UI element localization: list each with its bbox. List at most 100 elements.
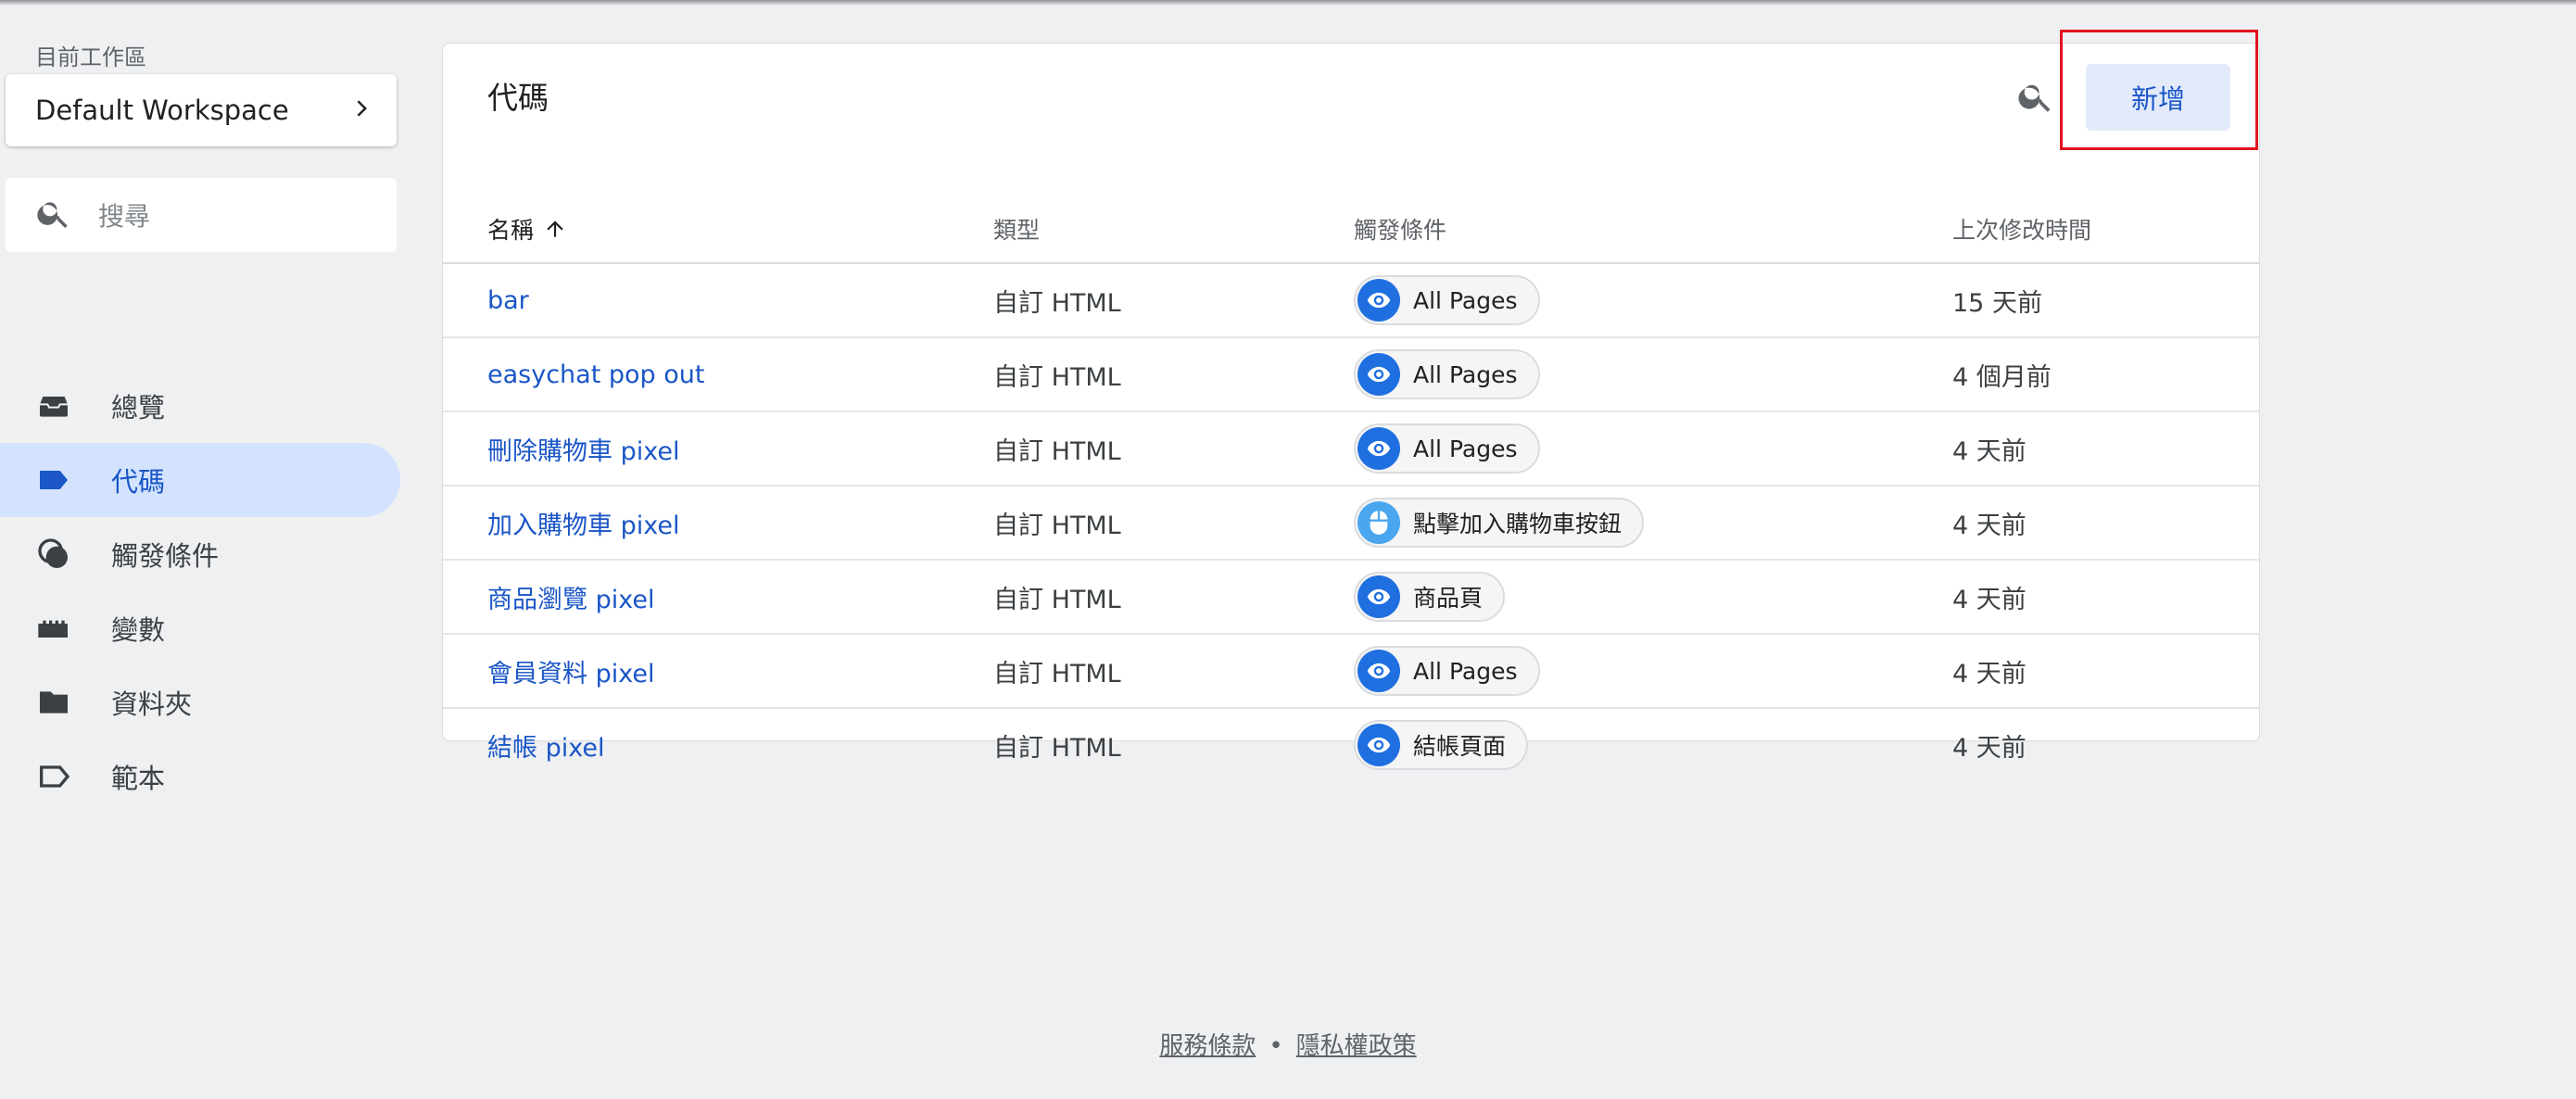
trigger-cell: All Pages (1354, 635, 1540, 707)
last-modified: 4 天前 (1952, 659, 2027, 688)
sidebar-item-label: 代碼 (111, 466, 166, 498)
add-tag-button[interactable]: 新增 (2086, 64, 2230, 131)
variable-icon (35, 610, 72, 647)
tag-type: 自訂 HTML (993, 362, 1121, 392)
trigger-label: 商品頁 (1413, 585, 1484, 612)
sidebar-nav: 總覽 代碼 觸發條件 變數 資料夾 範本 (0, 369, 400, 814)
sidebar-item-label: 變數 (111, 614, 166, 646)
sidebar-item-triggers[interactable]: 觸發條件 (0, 517, 400, 591)
last-modified: 4 天前 (1952, 585, 2027, 614)
tag-name-link[interactable]: 會員資料 pixel (487, 635, 654, 707)
privacy-link[interactable]: 隱私權政策 (1296, 1032, 1417, 1060)
trigger-chip[interactable]: All Pages (1354, 349, 1540, 399)
sidebar-item-tags[interactable]: 代碼 (0, 443, 400, 517)
trigger-cell: 商品頁 (1354, 561, 1506, 633)
eye-icon (1357, 575, 1400, 618)
trigger-cell: 點擊加入購物車按鈕 (1354, 486, 1645, 559)
tag-icon (35, 461, 72, 499)
workspace-name: Default Workspace (35, 95, 289, 126)
sidebar-item-folders[interactable]: 資料夾 (0, 665, 400, 739)
eye-icon (1357, 724, 1400, 766)
top-shadow (0, 0, 2576, 6)
mouse-icon (1357, 501, 1400, 544)
sidebar-item-variables[interactable]: 變數 (0, 591, 400, 665)
workspace-label: 目前工作區 (35, 44, 146, 70)
sidebar-item-label: 觸發條件 (111, 540, 220, 572)
sidebar-item-label: 範本 (111, 763, 166, 794)
tag-type: 自訂 HTML (993, 288, 1121, 318)
column-label: 名稱 (487, 217, 535, 244)
trigger-chip[interactable]: 點擊加入購物車按鈕 (1354, 498, 1645, 548)
trigger-chip[interactable]: All Pages (1354, 646, 1540, 696)
footer: 服務條款 • 隱私權政策 (0, 1027, 2576, 1061)
sidebar-item-overview[interactable]: 總覽 (0, 369, 400, 443)
chevron-right-icon (350, 96, 374, 124)
table-row[interactable]: bar 自訂 HTML All Pages 15 天前 (443, 264, 2259, 338)
table-header: 名稱 類型 觸發條件 上次修改時間 (443, 188, 2259, 264)
eye-icon (1357, 353, 1400, 396)
search-icon (2016, 77, 2055, 120)
column-type-header[interactable]: 類型 (993, 212, 1040, 246)
sidebar-item-label: 總覽 (111, 392, 166, 423)
column-trigger-header[interactable]: 觸發條件 (1354, 212, 1446, 246)
search-input[interactable]: 搜尋 (98, 196, 150, 234)
last-modified: 4 天前 (1952, 733, 2027, 763)
trigger-label: All Pages (1413, 286, 1518, 314)
folder-icon (35, 684, 72, 721)
eye-icon (1357, 279, 1400, 322)
trigger-cell: All Pages (1354, 412, 1540, 485)
tag-type: 自訂 HTML (993, 585, 1121, 614)
eye-icon (1357, 650, 1400, 692)
tag-type: 自訂 HTML (993, 733, 1121, 763)
tags-card: 代碼 新增 名稱 類型 觸發條件 上次修改時間 bar 自訂 HTML All Pa… (442, 43, 2260, 770)
trigger-label: All Pages (1413, 435, 1518, 462)
trigger-cell: All Pages (1354, 264, 1540, 336)
page-title: 代碼 (487, 80, 549, 116)
trigger-cell: All Pages (1354, 338, 1540, 411)
table-row[interactable]: 結帳 pixel 自訂 HTML 結帳頁面 4 天前 (443, 709, 2259, 783)
arrow-up-icon (543, 217, 567, 241)
tags-table-body: bar 自訂 HTML All Pages 15 天前 easychat pop out… (443, 264, 2259, 783)
tag-name-link[interactable]: easychat pop out (487, 338, 704, 411)
table-row[interactable]: easychat pop out 自訂 HTML All Pages 4 個月前 (443, 338, 2259, 412)
tag-name-link[interactable]: 結帳 pixel (487, 709, 604, 781)
overview-icon (35, 387, 72, 424)
template-icon (35, 758, 72, 795)
tag-name-link[interactable]: bar (487, 264, 529, 336)
trigger-icon (35, 536, 72, 573)
search-icon (35, 195, 72, 235)
trigger-label: 點擊加入購物車按鈕 (1413, 511, 1623, 537)
trigger-label: 結帳頁面 (1413, 733, 1507, 760)
table-row[interactable]: 刪除購物車 pixel 自訂 HTML All Pages 4 天前 (443, 412, 2259, 486)
last-modified: 4 個月前 (1952, 362, 2052, 392)
trigger-chip[interactable]: All Pages (1354, 275, 1540, 325)
column-modified-header[interactable]: 上次修改時間 (1952, 212, 2091, 246)
workspace-selector[interactable]: Default Workspace (6, 74, 397, 146)
eye-icon (1357, 427, 1400, 470)
sidebar-search[interactable]: 搜尋 (6, 178, 397, 252)
tag-name-link[interactable]: 加入購物車 pixel (487, 486, 679, 559)
table-search-button[interactable] (2013, 75, 2059, 121)
trigger-chip[interactable]: 商品頁 (1354, 572, 1506, 622)
sidebar-item-label: 資料夾 (111, 688, 193, 720)
table-row[interactable]: 會員資料 pixel 自訂 HTML All Pages 4 天前 (443, 635, 2259, 709)
column-name-header[interactable]: 名稱 (487, 212, 567, 246)
tag-type: 自訂 HTML (993, 436, 1121, 466)
tag-name-link[interactable]: 刪除購物車 pixel (487, 412, 679, 485)
trigger-label: All Pages (1413, 657, 1518, 685)
tag-type: 自訂 HTML (993, 659, 1121, 688)
trigger-chip[interactable]: 結帳頁面 (1354, 720, 1529, 770)
last-modified: 15 天前 (1952, 288, 2042, 318)
table-row[interactable]: 加入購物車 pixel 自訂 HTML 點擊加入購物車按鈕 4 天前 (443, 486, 2259, 561)
table-row[interactable]: 商品瀏覽 pixel 自訂 HTML 商品頁 4 天前 (443, 561, 2259, 635)
terms-link[interactable]: 服務條款 (1159, 1032, 1256, 1060)
last-modified: 4 天前 (1952, 511, 2027, 540)
footer-separator: • (1269, 1032, 1283, 1060)
trigger-cell: 結帳頁面 (1354, 709, 1529, 781)
tag-type: 自訂 HTML (993, 511, 1121, 540)
trigger-chip[interactable]: All Pages (1354, 423, 1540, 474)
trigger-label: All Pages (1413, 360, 1518, 388)
tag-name-link[interactable]: 商品瀏覽 pixel (487, 561, 654, 633)
last-modified: 4 天前 (1952, 436, 2027, 466)
sidebar-item-templates[interactable]: 範本 (0, 739, 400, 814)
